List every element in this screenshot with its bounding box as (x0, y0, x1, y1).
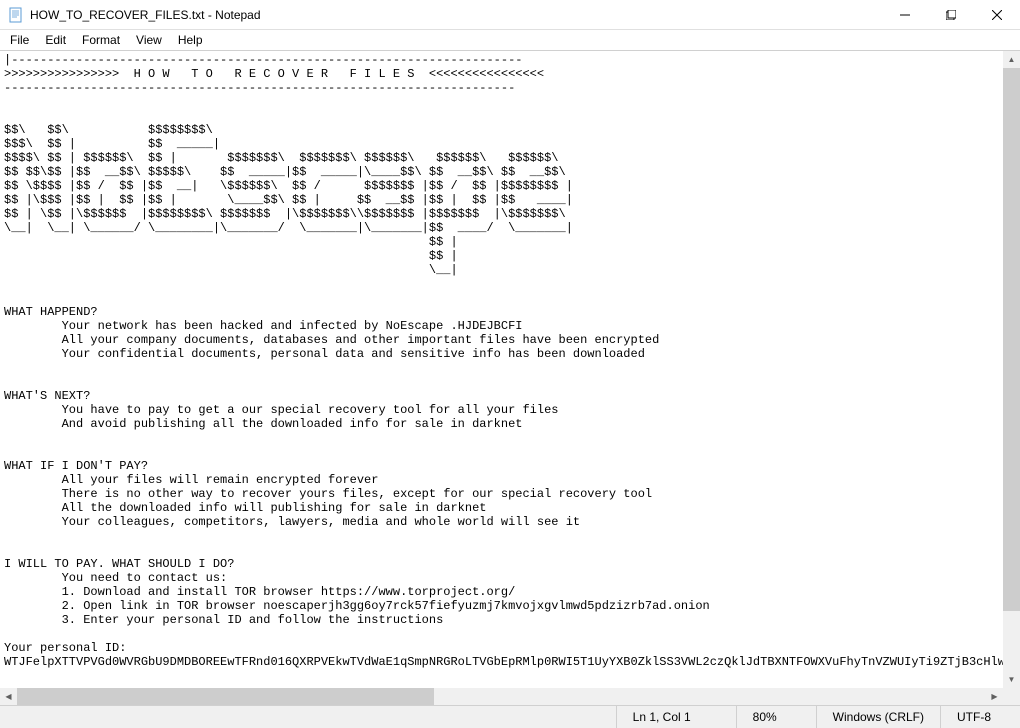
status-line-ending: Windows (CRLF) (816, 706, 940, 728)
scroll-left-arrow-icon[interactable]: ◀ (0, 688, 17, 705)
scroll-right-arrow-icon[interactable]: ▶ (986, 688, 1003, 705)
window-title: HOW_TO_RECOVER_FILES.txt - Notepad (30, 8, 882, 22)
notepad-icon (8, 7, 24, 23)
scroll-thumb-horizontal[interactable] (17, 688, 434, 705)
scroll-down-arrow-icon[interactable]: ▼ (1003, 671, 1020, 688)
close-button[interactable] (974, 0, 1020, 29)
menu-edit[interactable]: Edit (37, 31, 74, 49)
menu-view[interactable]: View (128, 31, 170, 49)
scrollbar-vertical[interactable]: ▲ ▼ (1003, 51, 1020, 688)
editor-area: |---------------------------------------… (0, 50, 1020, 705)
menubar: File Edit Format View Help (0, 30, 1020, 50)
titlebar: HOW_TO_RECOVER_FILES.txt - Notepad (0, 0, 1020, 30)
status-encoding: UTF-8 (940, 706, 1020, 728)
scroll-track-horizontal[interactable] (17, 688, 986, 705)
statusbar: Ln 1, Col 1 80% Windows (CRLF) UTF-8 (0, 705, 1020, 728)
scroll-track-vertical[interactable] (1003, 68, 1020, 671)
window-controls (882, 0, 1020, 29)
scrollbar-horizontal[interactable]: ◀ ▶ (0, 688, 1003, 705)
maximize-button[interactable] (928, 0, 974, 29)
scroll-thumb-vertical[interactable] (1003, 68, 1020, 611)
menu-format[interactable]: Format (74, 31, 128, 49)
minimize-button[interactable] (882, 0, 928, 29)
scroll-up-arrow-icon[interactable]: ▲ (1003, 51, 1020, 68)
status-position: Ln 1, Col 1 (616, 706, 736, 728)
status-spacer (0, 706, 616, 728)
menu-help[interactable]: Help (170, 31, 211, 49)
menu-file[interactable]: File (2, 31, 37, 49)
editor-content[interactable]: |---------------------------------------… (0, 51, 1003, 688)
status-zoom: 80% (736, 706, 816, 728)
scroll-corner (1003, 688, 1020, 705)
